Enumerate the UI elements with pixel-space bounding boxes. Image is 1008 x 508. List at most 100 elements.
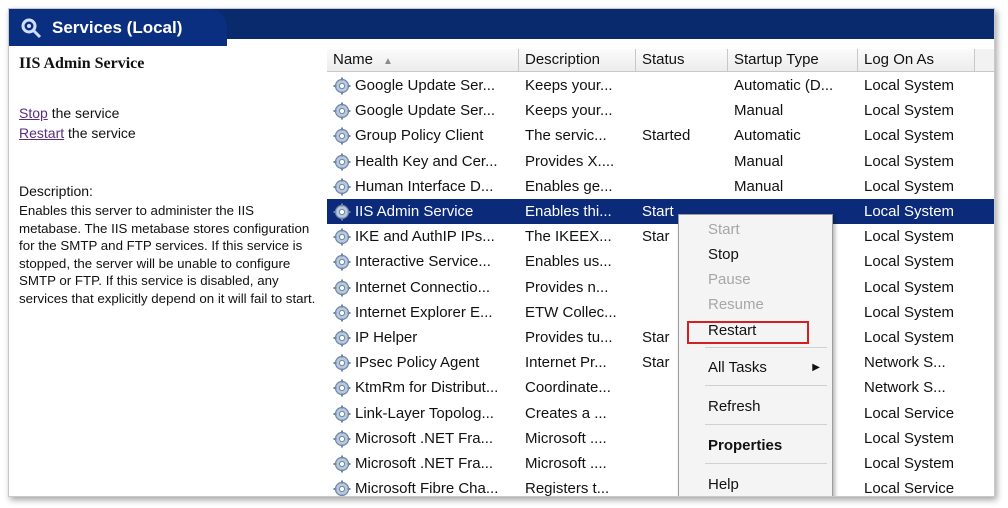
gear-icon — [333, 379, 351, 397]
services-window: Services (Local) IIS Admin Service Stop … — [8, 8, 995, 497]
cell-status — [642, 73, 728, 98]
gear-icon — [333, 77, 351, 95]
cell-desc: Keeps your... — [525, 77, 613, 94]
cell-desc: Enables ge... — [525, 177, 613, 195]
restart-link[interactable]: Restart — [19, 125, 64, 141]
cell-name: IPsec Policy Agent — [355, 354, 480, 372]
table-row[interactable]: Link-Layer Topolog... Creates a ... Local … — [327, 401, 994, 426]
cell-desc: Internet Pr... — [525, 354, 607, 372]
cell-desc: Microsoft .... — [525, 455, 607, 472]
table-row[interactable]: IP Helper Provides tu... Star Local System — [327, 325, 994, 350]
gear-icon — [333, 405, 351, 423]
gear-icon — [333, 354, 351, 372]
menu-separator — [705, 347, 827, 348]
extended-pane: IIS Admin Service Stop the service Resta… — [9, 47, 319, 496]
table-row[interactable]: IPsec Policy Agent Internet Pr... Star Netw… — [327, 350, 994, 375]
column-header-status[interactable]: Status — [636, 49, 728, 71]
cell-name: KtmRm for Distribut... — [355, 379, 499, 397]
column-header-description[interactable]: Description — [519, 49, 636, 71]
service-actions: Stop the service Restart the service — [19, 103, 136, 143]
cell-status — [642, 174, 728, 199]
cell-desc: Enables us... — [525, 253, 612, 271]
restart-suffix: the service — [64, 125, 136, 141]
table-row[interactable]: Internet Connectio... Provides n... Local … — [327, 275, 994, 300]
cell-logon: Local System — [864, 429, 955, 447]
cell-startup: Automatic — [734, 127, 801, 145]
gear-icon — [333, 253, 351, 271]
cell-desc: Enables thi... — [525, 203, 612, 220]
menu-item-stop[interactable]: Stop — [679, 243, 832, 267]
stop-link[interactable]: Stop — [19, 105, 48, 121]
stop-suffix: the service — [47, 105, 120, 121]
gear-icon — [333, 455, 351, 473]
cell-name: Microsoft .NET Fra... — [355, 429, 494, 447]
menu-item-properties[interactable]: Properties — [679, 434, 832, 458]
menu-item-help[interactable]: Help — [679, 473, 832, 496]
services-icon — [21, 18, 42, 38]
cell-logon: Local System — [864, 253, 955, 271]
table-row[interactable]: IKE and AuthIP IPs... The IKEEX... Star Loc… — [327, 224, 994, 249]
gear-icon — [333, 178, 351, 196]
cell-name: IKE and AuthIP IPs... — [355, 228, 495, 246]
triangle-right-icon: ▶ — [812, 362, 820, 373]
cell-name: IP Helper — [355, 329, 418, 346]
gear-icon — [333, 329, 351, 347]
column-header-log-on-as[interactable]: Log On As — [858, 49, 975, 71]
cell-name: Microsoft Fibre Cha... — [355, 480, 499, 497]
cell-name: Microsoft .NET Fra... — [355, 455, 494, 472]
cell-desc: The servic... — [525, 127, 607, 145]
cell-logon: Local System — [864, 102, 955, 120]
cell-name: Google Update Ser... — [355, 77, 496, 94]
sort-up-icon: ▲ — [383, 56, 393, 67]
cell-desc: The IKEEX... — [525, 228, 612, 246]
table-row[interactable]: Group Policy Client The servic... Started A… — [327, 123, 994, 148]
menu-item-pause[interactable]: Pause — [679, 268, 832, 292]
cell-logon: Network S... — [864, 354, 946, 372]
description-text: Enables this server to administer the II… — [19, 203, 316, 306]
cell-logon: Local System — [864, 203, 955, 220]
cell-desc: Coordinate... — [525, 379, 611, 397]
gear-icon — [333, 228, 351, 246]
menu-item-resume[interactable]: Resume — [679, 293, 832, 317]
table-row[interactable]: Health Key and Cer... Provides X.... Manua… — [327, 149, 994, 174]
menu-item-start[interactable]: Start — [679, 218, 832, 242]
cell-logon: Local System — [864, 278, 955, 296]
gear-icon — [333, 127, 351, 145]
cell-desc: Registers t... — [525, 480, 610, 497]
table-row[interactable]: KtmRm for Distribut... Coordinate... Netwo… — [327, 375, 994, 400]
cell-desc: Creates a ... — [525, 404, 607, 422]
gear-icon — [333, 102, 351, 120]
table-row[interactable]: Interactive Service... Enables us... Local… — [327, 249, 994, 274]
column-header-startup-type[interactable]: Startup Type — [728, 49, 858, 71]
cell-name: Group Policy Client — [355, 127, 484, 145]
table-row[interactable]: Microsoft Fibre Cha... Registers t... Loca… — [327, 476, 994, 497]
cell-desc: ETW Collec... — [525, 303, 617, 321]
cell-status — [642, 149, 728, 174]
table-row[interactable]: Microsoft .NET Fra... Microsoft .... Local… — [327, 451, 994, 476]
menu-separator — [705, 424, 827, 425]
menu-separator — [705, 463, 827, 464]
menu-item-all-tasks[interactable]: All Tasks ▶ — [679, 356, 832, 380]
cell-logon: Network S... — [864, 379, 946, 397]
menu-separator — [705, 385, 827, 386]
column-header-name[interactable]: Name ▲ — [327, 49, 519, 71]
cell-logon: Local System — [864, 329, 955, 346]
cell-logon: Local System — [864, 228, 955, 246]
table-row[interactable]: Human Interface D... Enables ge... Manual L… — [327, 174, 994, 199]
menu-item-refresh[interactable]: Refresh — [679, 395, 832, 419]
cell-name: Google Update Ser... — [355, 102, 496, 120]
table-row[interactable]: Internet Explorer E... ETW Collec... Local… — [327, 300, 994, 325]
cell-logon: Local System — [864, 152, 955, 170]
cell-name: Health Key and Cer... — [355, 152, 498, 170]
cell-name: Link-Layer Topolog... — [355, 404, 494, 422]
table-row[interactable]: Google Update Ser... Keeps your... Manual L… — [327, 98, 994, 123]
cell-desc: Provides X.... — [525, 152, 615, 170]
cell-name: IIS Admin Service — [355, 203, 474, 220]
cell-name: Interactive Service... — [355, 253, 491, 271]
table-row[interactable]: Google Update Ser... Keeps your... Automat… — [327, 73, 994, 98]
service-title: IIS Admin Service — [19, 55, 145, 72]
gear-icon — [333, 480, 351, 496]
table-row[interactable]: IIS Admin Service Enables thi... Start Loca… — [327, 199, 994, 224]
cell-logon: Local System — [864, 177, 955, 195]
table-row[interactable]: Microsoft .NET Fra... Microsoft .... Local… — [327, 426, 994, 451]
